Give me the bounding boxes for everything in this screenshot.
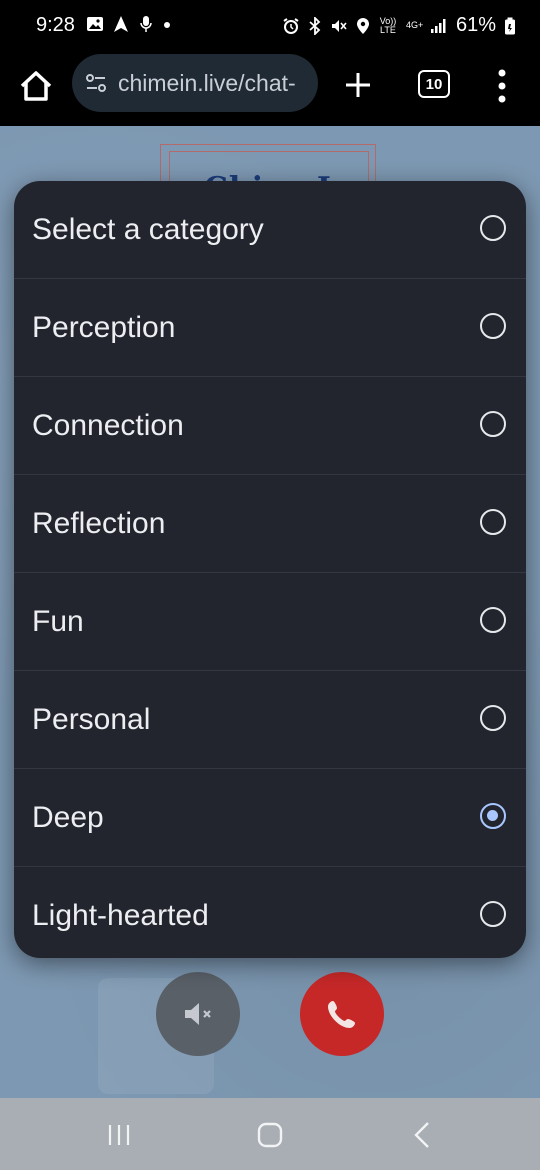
option-deep[interactable]: Deep	[14, 769, 526, 867]
more-options-icon[interactable]	[496, 68, 508, 104]
option-select-a-category[interactable]: Select a category	[14, 181, 526, 279]
option-fun[interactable]: Fun	[14, 573, 526, 671]
signal-icon	[430, 18, 446, 33]
option-connection[interactable]: Connection	[14, 377, 526, 475]
option-label: Perception	[32, 310, 176, 344]
tab-switcher-button[interactable]: 10	[418, 70, 450, 98]
gallery-icon	[87, 17, 103, 31]
option-perception[interactable]: Perception	[14, 279, 526, 377]
address-bar[interactable]: chimein.live/chat-	[72, 54, 318, 112]
option-personal[interactable]: Personal	[14, 671, 526, 769]
network-type: 4G+	[405, 20, 424, 30]
speaker-muted-icon	[185, 1003, 211, 1025]
bluetooth-icon	[309, 16, 321, 35]
status-time: 9:28	[36, 14, 75, 36]
mute-icon	[331, 19, 347, 32]
option-label: Connection	[32, 408, 184, 442]
mute-button[interactable]	[156, 972, 240, 1056]
option-reflection[interactable]: Reflection	[14, 475, 526, 573]
radio-button[interactable]	[480, 705, 506, 731]
location-icon	[356, 17, 369, 34]
option-label: Fun	[32, 604, 84, 638]
battery-percent: 61%	[455, 14, 496, 36]
home-nav-icon[interactable]	[257, 1122, 283, 1148]
option-label: Personal	[32, 702, 151, 736]
status-right-icons: Vo)) LTE 4G+ 61%	[282, 14, 516, 37]
system-nav-bar	[0, 1098, 540, 1170]
end-call-button[interactable]	[300, 972, 384, 1056]
radio-button[interactable]	[480, 411, 506, 437]
radio-button[interactable]	[480, 313, 506, 339]
radio-button[interactable]	[480, 901, 506, 927]
status-left-icons	[86, 15, 172, 33]
option-label: Reflection	[32, 506, 166, 540]
recents-icon[interactable]	[106, 1124, 132, 1146]
back-icon[interactable]	[410, 1120, 434, 1150]
option-label: Deep	[32, 800, 104, 834]
radio-button[interactable]	[480, 607, 506, 633]
radio-button[interactable]	[480, 215, 506, 241]
mic-icon	[140, 16, 152, 32]
phone-icon	[328, 1001, 355, 1028]
option-light-hearted[interactable]: Light-hearted	[14, 867, 526, 958]
category-select-dialog: Select a category Perception Connection …	[14, 181, 526, 958]
option-label: Select a category	[32, 212, 264, 246]
radio-button-selected[interactable]	[480, 803, 506, 829]
status-bar: 9:28 Vo)) LTE 4G+ 61%	[0, 0, 540, 50]
site-settings-icon[interactable]	[84, 71, 108, 95]
new-tab-icon[interactable]	[338, 65, 378, 105]
browser-toolbar: chimein.live/chat- 10	[0, 50, 540, 126]
option-label: Light-hearted	[32, 898, 209, 932]
home-icon[interactable]	[16, 66, 56, 106]
navigation-icon	[114, 16, 128, 32]
dot-icon	[164, 22, 170, 28]
volte-indicator: Vo)) LTE	[379, 15, 397, 35]
alarm-icon	[283, 17, 299, 34]
tab-count: 10	[425, 75, 443, 93]
radio-button[interactable]	[480, 509, 506, 535]
url-text[interactable]: chimein.live/chat-	[118, 70, 296, 97]
battery-icon	[505, 17, 515, 34]
